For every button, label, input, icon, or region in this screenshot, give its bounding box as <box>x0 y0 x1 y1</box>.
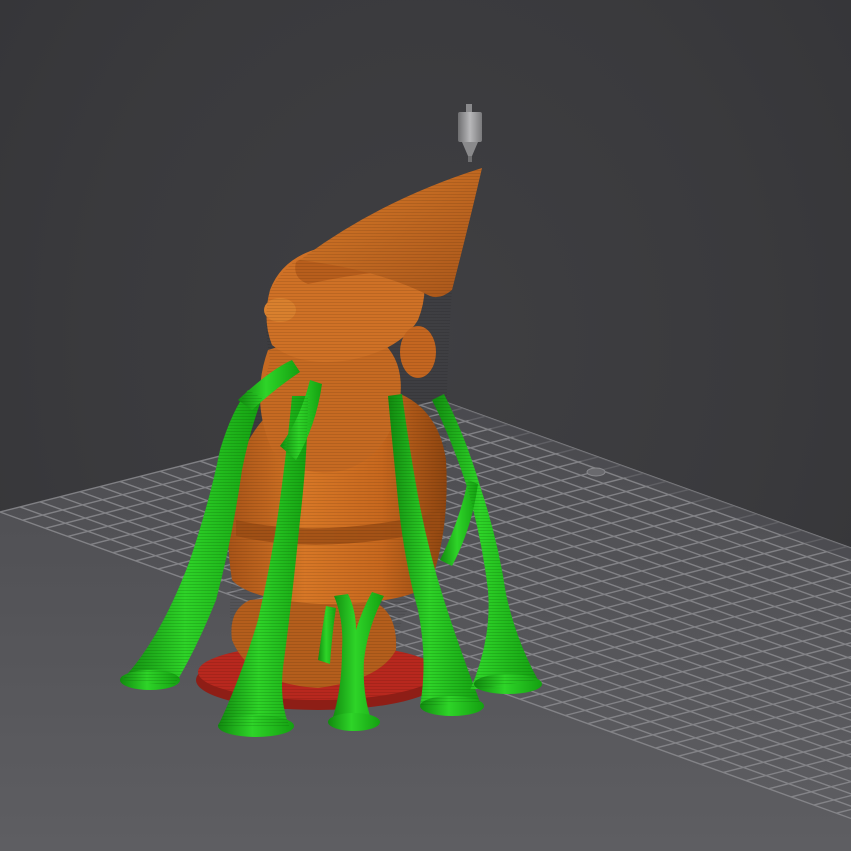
bed-origin-marker <box>586 467 606 477</box>
3d-preview-viewport[interactable] <box>0 0 851 851</box>
nozzle-icon <box>458 104 482 162</box>
slicer-scene[interactable] <box>0 0 851 851</box>
